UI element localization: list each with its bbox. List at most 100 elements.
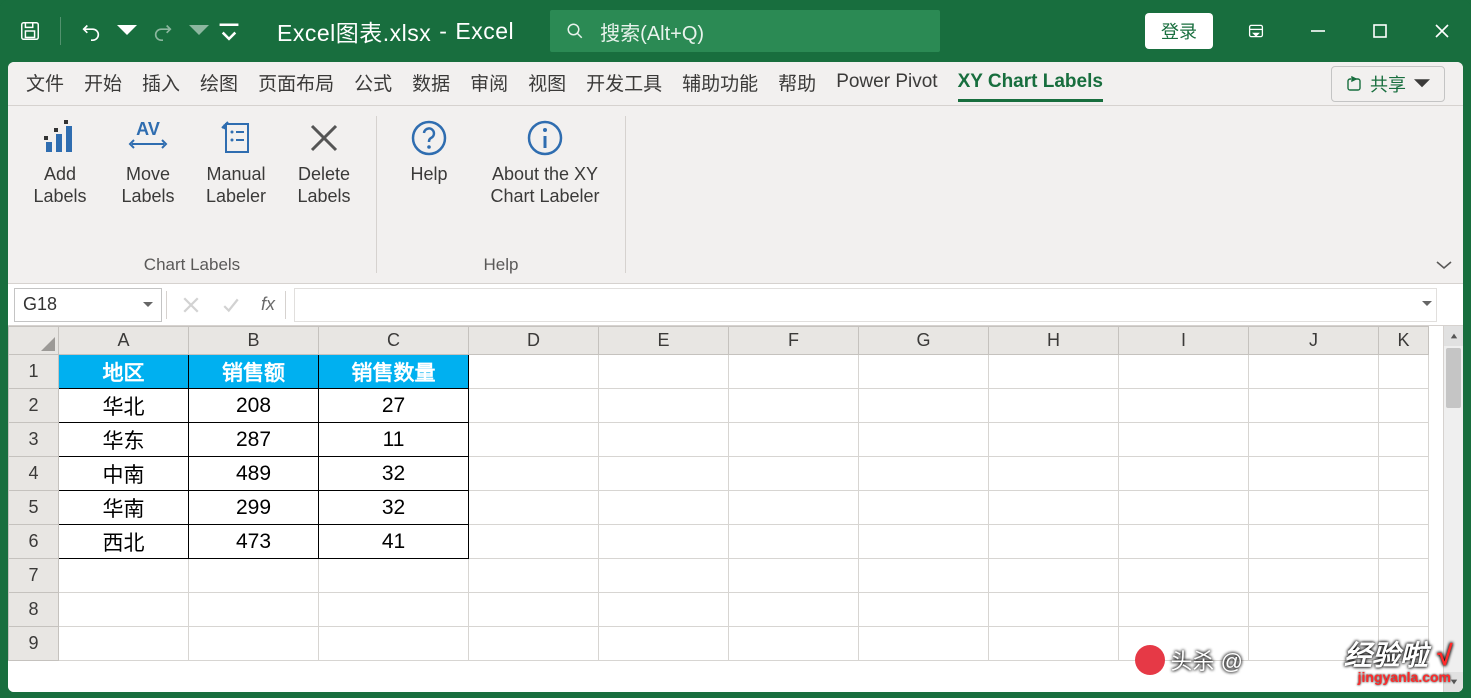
cell[interactable] bbox=[1119, 559, 1249, 593]
cell[interactable] bbox=[859, 355, 989, 389]
cell[interactable] bbox=[599, 559, 729, 593]
cell[interactable] bbox=[989, 389, 1119, 423]
cell[interactable] bbox=[989, 559, 1119, 593]
row-header[interactable]: 3 bbox=[9, 423, 59, 457]
cell[interactable] bbox=[729, 593, 859, 627]
cell[interactable] bbox=[59, 627, 189, 661]
tab-formulas[interactable]: 公式 bbox=[354, 63, 392, 105]
redo-dropdown[interactable] bbox=[189, 11, 209, 51]
cell[interactable] bbox=[469, 423, 599, 457]
cell[interactable] bbox=[989, 355, 1119, 389]
column-header[interactable]: G bbox=[859, 327, 989, 355]
cell[interactable] bbox=[469, 627, 599, 661]
cell[interactable] bbox=[599, 423, 729, 457]
cell[interactable]: 华东 bbox=[59, 423, 189, 457]
cell[interactable] bbox=[989, 423, 1119, 457]
column-header[interactable]: B bbox=[189, 327, 319, 355]
cell[interactable] bbox=[59, 593, 189, 627]
cell[interactable] bbox=[1379, 593, 1429, 627]
cell[interactable] bbox=[599, 627, 729, 661]
tab-access[interactable]: 辅助功能 bbox=[682, 63, 758, 105]
row-header[interactable]: 6 bbox=[9, 525, 59, 559]
cell[interactable] bbox=[1249, 423, 1379, 457]
cell[interactable] bbox=[859, 491, 989, 525]
cell[interactable] bbox=[1119, 423, 1249, 457]
cell[interactable]: 32 bbox=[319, 457, 469, 491]
column-header[interactable]: I bbox=[1119, 327, 1249, 355]
sheet[interactable]: ABCDEFGHIJK1地区销售额销售数量2华北208273华东287114中南… bbox=[8, 326, 1443, 692]
cell[interactable] bbox=[189, 627, 319, 661]
fx-label[interactable]: fx bbox=[251, 294, 285, 315]
collapse-ribbon-button[interactable] bbox=[1435, 257, 1453, 275]
cell[interactable] bbox=[319, 593, 469, 627]
cell[interactable] bbox=[989, 491, 1119, 525]
cancel-entry-button[interactable] bbox=[171, 288, 211, 322]
cell[interactable] bbox=[469, 389, 599, 423]
cell[interactable] bbox=[1119, 491, 1249, 525]
column-header[interactable]: C bbox=[319, 327, 469, 355]
delete-labels-button[interactable]: DeleteLabels bbox=[282, 112, 366, 207]
tab-dev[interactable]: 开发工具 bbox=[586, 63, 662, 105]
cell[interactable]: 32 bbox=[319, 491, 469, 525]
cell[interactable] bbox=[1379, 355, 1429, 389]
column-header[interactable]: H bbox=[989, 327, 1119, 355]
scroll-up-button[interactable] bbox=[1444, 326, 1463, 346]
qat-customize[interactable] bbox=[215, 11, 243, 51]
tab-powerpivot[interactable]: Power Pivot bbox=[836, 65, 937, 102]
cell[interactable] bbox=[189, 559, 319, 593]
cell[interactable] bbox=[729, 389, 859, 423]
cell[interactable] bbox=[1249, 559, 1379, 593]
cell[interactable] bbox=[1249, 627, 1379, 661]
cell[interactable] bbox=[469, 491, 599, 525]
cell[interactable]: 489 bbox=[189, 457, 319, 491]
cell[interactable]: 299 bbox=[189, 491, 319, 525]
cell[interactable] bbox=[599, 491, 729, 525]
scroll-thumb[interactable] bbox=[1446, 348, 1461, 408]
confirm-entry-button[interactable] bbox=[211, 288, 251, 322]
column-header[interactable]: J bbox=[1249, 327, 1379, 355]
maximize-button[interactable] bbox=[1361, 12, 1399, 50]
cell[interactable] bbox=[729, 423, 859, 457]
cell[interactable]: 华南 bbox=[59, 491, 189, 525]
tab-xy-chart-labels[interactable]: XY Chart Labels bbox=[958, 65, 1103, 102]
cell[interactable] bbox=[1119, 593, 1249, 627]
column-header[interactable]: F bbox=[729, 327, 859, 355]
tab-data[interactable]: 数据 bbox=[412, 63, 450, 105]
undo-button[interactable] bbox=[71, 11, 111, 51]
row-header[interactable]: 1 bbox=[9, 355, 59, 389]
tab-file[interactable]: 文件 bbox=[26, 63, 64, 105]
cell[interactable] bbox=[1379, 491, 1429, 525]
column-header[interactable]: A bbox=[59, 327, 189, 355]
redo-button[interactable] bbox=[143, 11, 183, 51]
tab-help[interactable]: 帮助 bbox=[778, 63, 816, 105]
share-button[interactable]: 共享 bbox=[1331, 66, 1445, 102]
cell[interactable] bbox=[989, 627, 1119, 661]
cell[interactable] bbox=[1379, 525, 1429, 559]
cell[interactable] bbox=[1119, 525, 1249, 559]
grid[interactable]: ABCDEFGHIJK1地区销售额销售数量2华北208273华东287114中南… bbox=[8, 326, 1429, 661]
cell[interactable] bbox=[1249, 355, 1379, 389]
about-button[interactable]: About the XYChart Labeler bbox=[475, 112, 615, 207]
minimize-button[interactable] bbox=[1299, 12, 1337, 50]
cell[interactable] bbox=[859, 627, 989, 661]
row-header[interactable]: 7 bbox=[9, 559, 59, 593]
cell[interactable] bbox=[729, 355, 859, 389]
cell[interactable] bbox=[1249, 593, 1379, 627]
column-header[interactable]: D bbox=[469, 327, 599, 355]
cell[interactable] bbox=[1379, 457, 1429, 491]
manual-labeler-button[interactable]: ManualLabeler bbox=[194, 112, 278, 207]
name-box[interactable]: G18 bbox=[14, 288, 162, 322]
cell[interactable] bbox=[1379, 423, 1429, 457]
cell[interactable]: 208 bbox=[189, 389, 319, 423]
cell[interactable]: 销售数量 bbox=[319, 355, 469, 389]
tab-home[interactable]: 开始 bbox=[84, 63, 122, 105]
cell[interactable] bbox=[989, 525, 1119, 559]
cell[interactable]: 销售额 bbox=[189, 355, 319, 389]
cell[interactable] bbox=[189, 593, 319, 627]
cell[interactable] bbox=[599, 389, 729, 423]
row-header[interactable]: 8 bbox=[9, 593, 59, 627]
cell[interactable] bbox=[859, 559, 989, 593]
formula-input[interactable] bbox=[294, 288, 1437, 322]
cell[interactable] bbox=[1379, 389, 1429, 423]
cell[interactable] bbox=[729, 627, 859, 661]
